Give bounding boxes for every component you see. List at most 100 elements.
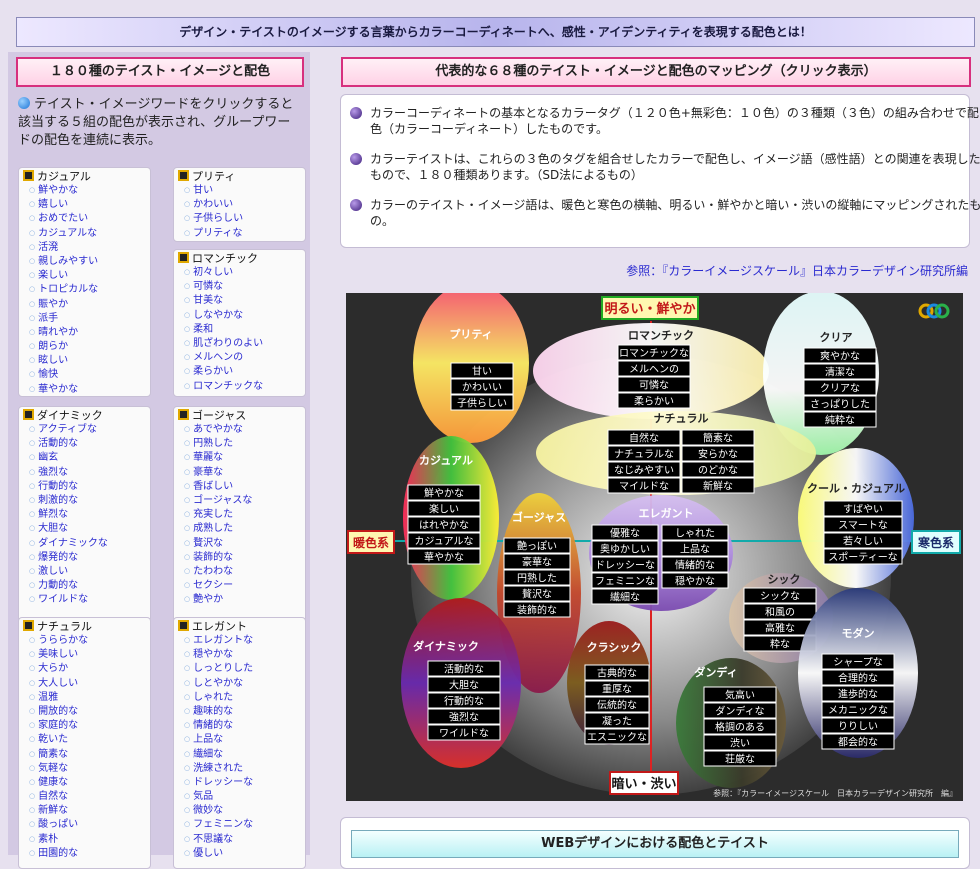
taste-word-link[interactable]: ダイナミックな xyxy=(29,536,150,550)
taste-word-link[interactable]: 趣味的な xyxy=(184,704,305,718)
word-label[interactable]: シャープな xyxy=(833,657,882,669)
taste-word-link[interactable]: 楽しい xyxy=(29,268,150,282)
word-label[interactable]: 和風の xyxy=(765,607,795,619)
taste-word-link[interactable]: 成熟した xyxy=(184,521,305,535)
taste-word-link[interactable]: 簡素な xyxy=(29,747,150,761)
taste-word-link[interactable]: 繊細な xyxy=(184,747,305,761)
taste-word-link[interactable]: アクティブな xyxy=(29,422,150,436)
cluster-title[interactable]: ダイナミック xyxy=(413,639,479,653)
taste-word-link[interactable]: 不思議な xyxy=(184,832,305,846)
taste-word-link[interactable]: 華やかな xyxy=(29,382,150,396)
word-label[interactable]: 清潔な xyxy=(825,366,855,379)
taste-word-link[interactable]: 円熟した xyxy=(184,436,305,450)
taste-word-link[interactable]: トロピカルな xyxy=(29,282,150,296)
word-label[interactable]: 繊細な xyxy=(610,591,640,604)
taste-cluster[interactable]: モダンシャープな合理的な進歩的なメカニックなりりしい都会的な xyxy=(798,588,918,758)
taste-word-link[interactable]: 行動的な xyxy=(29,479,150,493)
taste-word-link[interactable]: ゴージャスな xyxy=(184,493,305,507)
taste-word-link[interactable]: たわわな xyxy=(184,564,305,578)
word-label[interactable]: 鮮やかな xyxy=(424,487,464,500)
word-label[interactable]: しゃれた xyxy=(675,528,715,540)
taste-word-link[interactable]: 活動的な xyxy=(29,436,150,450)
taste-word-link[interactable]: 微妙な xyxy=(184,803,305,817)
word-label[interactable]: 甘い xyxy=(472,365,492,378)
taste-word-link[interactable]: かわいい xyxy=(184,197,305,211)
taste-word-link[interactable]: 親しみやすい xyxy=(29,254,150,268)
word-label[interactable]: クリアな xyxy=(820,383,860,395)
word-label[interactable]: 凝った xyxy=(602,716,632,728)
word-label[interactable]: 穏やかな xyxy=(675,576,715,588)
taste-word-link[interactable]: 気軽な xyxy=(29,761,150,775)
word-label[interactable]: マイルドな xyxy=(619,481,669,493)
word-label[interactable]: 簡素な xyxy=(703,432,733,445)
word-label[interactable]: メルヘンの xyxy=(629,365,679,376)
taste-word-link[interactable]: 情緒的な xyxy=(184,718,305,732)
word-label[interactable]: カジュアルな xyxy=(415,536,474,548)
taste-cluster[interactable]: ダイナミック活動的な大胆な行動的な強烈なワイルドな xyxy=(401,598,521,768)
word-label[interactable]: ダンディな xyxy=(715,705,764,718)
group-title[interactable]: ナチュラル xyxy=(19,618,150,633)
taste-word-link[interactable]: 柔和 xyxy=(184,322,305,336)
taste-cluster[interactable]: ダンディ気高いダンディな格調のある渋い荘厳な xyxy=(676,658,786,788)
word-label[interactable]: 粋な xyxy=(770,638,790,651)
taste-word-link[interactable]: 艶やか xyxy=(184,592,305,606)
word-label[interactable]: 渋い xyxy=(730,737,750,750)
taste-word-link[interactable]: 朗らか xyxy=(29,339,150,353)
taste-word-link[interactable]: ドレッシーな xyxy=(184,775,305,789)
taste-word-link[interactable]: 華麗な xyxy=(184,450,305,464)
taste-word-link[interactable]: 柔らかい xyxy=(184,364,305,378)
taste-word-link[interactable]: 健康な xyxy=(29,775,150,789)
word-label[interactable]: 奥ゆかしい xyxy=(600,543,650,556)
taste-word-link[interactable]: 肌ざわりのよい xyxy=(184,336,305,350)
word-label[interactable]: 進歩的な xyxy=(838,688,878,701)
word-label[interactable]: 格調のある xyxy=(715,721,765,734)
taste-word-link[interactable]: 豪華な xyxy=(184,465,305,479)
word-label[interactable]: 優雅な xyxy=(610,527,640,540)
taste-word-link[interactable]: 洗練された xyxy=(184,761,305,775)
taste-word-link[interactable]: 開放的な xyxy=(29,704,150,718)
word-label[interactable]: 子供らしい xyxy=(457,397,507,410)
word-label[interactable]: 円熟した xyxy=(517,572,557,585)
word-label[interactable]: 贅沢な xyxy=(522,588,552,601)
word-label[interactable]: 若々しい xyxy=(843,535,883,548)
group-title[interactable]: プリティ xyxy=(174,168,305,183)
taste-word-link[interactable]: 大らか xyxy=(29,661,150,675)
group-title[interactable]: エレガント xyxy=(174,618,305,633)
taste-word-link[interactable]: 穏やかな xyxy=(184,647,305,661)
word-label[interactable]: スマートな xyxy=(838,520,888,532)
taste-word-link[interactable]: 刺激的な xyxy=(29,493,150,507)
word-label[interactable]: 古典的な xyxy=(597,667,637,680)
word-label[interactable]: 艶っぽい xyxy=(517,540,557,553)
cluster-title[interactable]: ナチュラル xyxy=(654,412,709,425)
taste-word-link[interactable]: 美味しい xyxy=(29,647,150,661)
taste-word-link[interactable]: しなやかな xyxy=(184,308,305,322)
taste-word-link[interactable]: 可憐な xyxy=(184,279,305,293)
taste-word-link[interactable]: 贅沢な xyxy=(184,536,305,550)
taste-word-link[interactable]: 酸っぱい xyxy=(29,817,150,831)
taste-word-link[interactable]: プリティな xyxy=(184,226,305,240)
taste-cluster[interactable]: ナチュラル自然なナチュラルななじみやすいマイルドな 簡素な安らかなのどかな新鮮な xyxy=(536,411,816,495)
word-label[interactable]: 楽しい xyxy=(429,503,459,516)
word-label[interactable]: 上品な xyxy=(680,544,710,556)
cluster-title[interactable]: ダンディ xyxy=(694,665,737,679)
taste-word-link[interactable]: 自然な xyxy=(29,789,150,803)
taste-word-link[interactable]: しとやかな xyxy=(184,676,305,690)
taste-cluster[interactable]: クール・カジュアルすばやいスマートな若々しいスポーティーな xyxy=(798,448,914,588)
word-label[interactable]: 都会的な xyxy=(838,736,878,749)
taste-word-link[interactable]: 充実した xyxy=(184,507,305,521)
taste-word-link[interactable]: 家庭的な xyxy=(29,718,150,732)
group-title[interactable]: カジュアル xyxy=(19,168,150,183)
word-label[interactable]: 荘厳な xyxy=(725,753,755,766)
taste-word-link[interactable]: 甘い xyxy=(184,183,305,197)
taste-word-link[interactable]: 甘美な xyxy=(184,293,305,307)
taste-word-link[interactable]: 初々しい xyxy=(184,265,305,279)
taste-word-link[interactable]: 鮮烈な xyxy=(29,507,150,521)
taste-word-link[interactable]: 大胆な xyxy=(29,521,150,535)
cluster-title[interactable]: エレガント xyxy=(639,506,694,520)
word-label[interactable]: 柔らかい xyxy=(634,396,674,408)
taste-word-link[interactable]: しっとりした xyxy=(184,661,305,675)
group-title[interactable]: ロマンチック xyxy=(174,250,305,265)
word-label[interactable]: フェミニンな xyxy=(595,576,655,588)
word-label[interactable]: はれやかな xyxy=(419,520,469,532)
word-label[interactable]: ワイルドな xyxy=(439,728,489,740)
